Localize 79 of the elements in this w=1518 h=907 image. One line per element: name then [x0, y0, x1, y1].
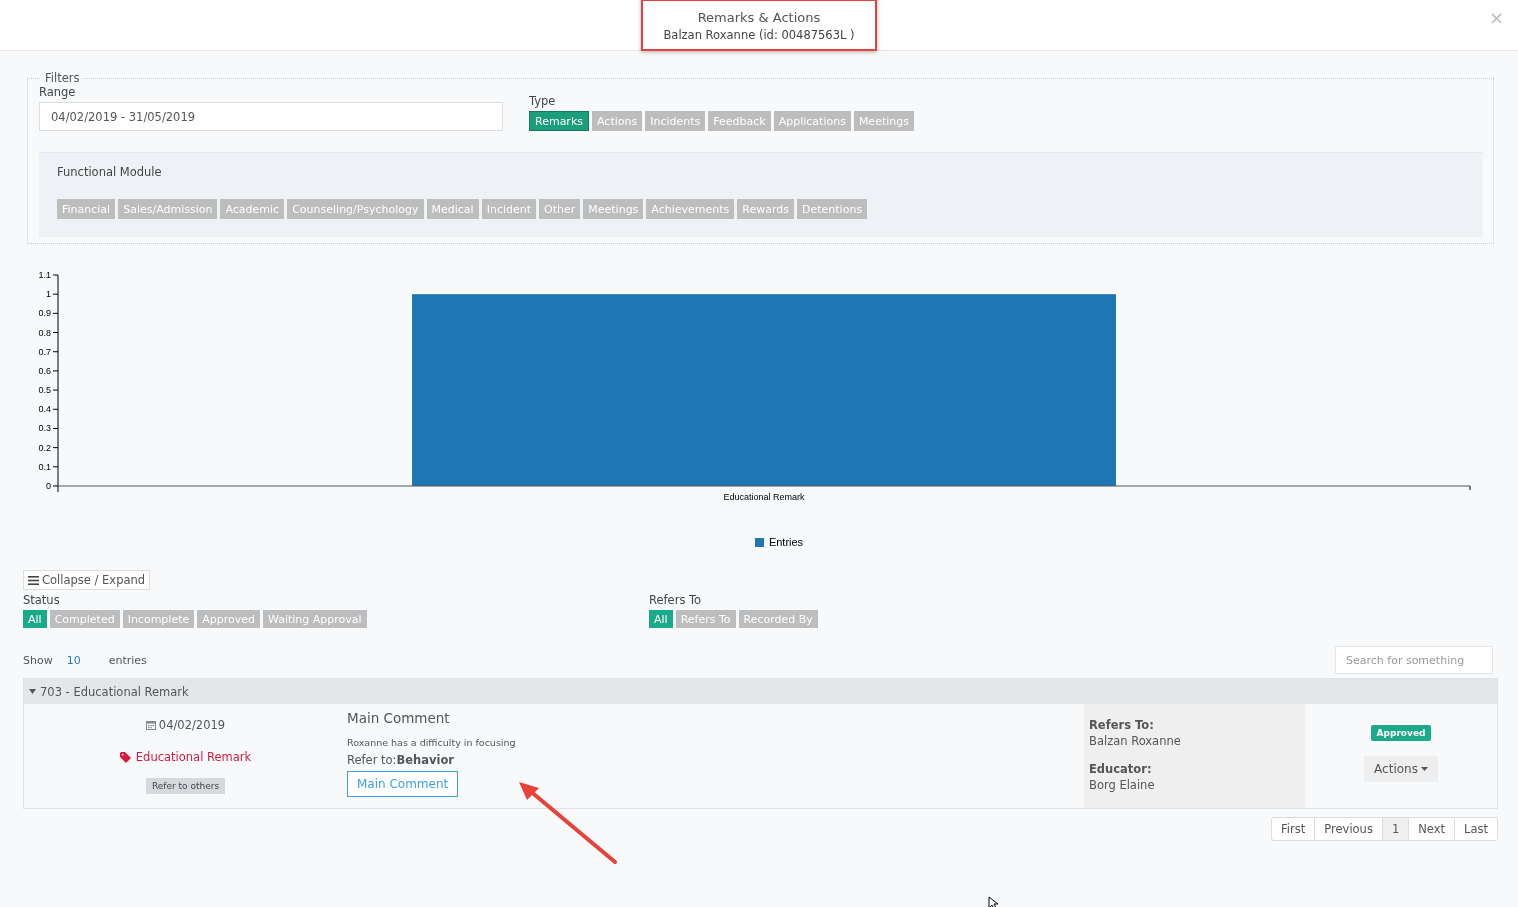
y-tick-label: 0.1 [38, 461, 51, 472]
pagination-button[interactable]: First [1271, 817, 1316, 841]
menu-icon [28, 575, 39, 585]
status-filter-button[interactable]: Approved [197, 610, 260, 628]
comment-text: Roxanne has a difficulty in focusing [347, 737, 517, 748]
type-filter-button[interactable]: Feedback [708, 111, 771, 131]
type-filter-button[interactable]: Remarks [529, 111, 589, 131]
y-tick-label: 0.8 [38, 327, 51, 338]
module-filter-button[interactable]: Medical [426, 199, 479, 219]
refers-filter-button[interactable]: Refers To [675, 610, 736, 628]
search-field[interactable]: Search for something [1335, 646, 1493, 674]
pagination-button[interactable]: Next [1408, 817, 1456, 841]
refers-to-label: Refers To [649, 593, 703, 607]
module-filter-button[interactable]: Rewards [737, 199, 794, 219]
y-tick-label: 0 [46, 481, 51, 491]
module-filter-button[interactable]: Financial [57, 199, 116, 219]
type-filter-button[interactable]: Actions [592, 111, 643, 131]
y-tick-label: 1.1 [38, 270, 51, 280]
y-tick-label: 0.7 [38, 346, 51, 357]
educator-heading: Educator: [1089, 762, 1153, 776]
pagination-button[interactable]: Previous [1314, 817, 1383, 841]
y-tick-label: 0.9 [38, 308, 51, 319]
main-comment-button[interactable]: Main Comment [347, 771, 459, 797]
refers-to-heading: Refers To: [1089, 718, 1155, 732]
y-tick-label: 0.4 [38, 404, 51, 415]
legend-swatch [754, 537, 764, 547]
range-label: Range [39, 85, 77, 99]
type-filter-button[interactable]: Meetings [853, 111, 914, 131]
entry-date: 04/02/2019 [158, 718, 226, 732]
close-button[interactable]: × [1482, 6, 1510, 29]
refers-filter-button[interactable]: Recorded By [738, 610, 818, 628]
group-header[interactable]: 703 - Educational Remark [24, 679, 1497, 704]
comment-title: Main Comment [347, 710, 451, 726]
calendar-icon [145, 720, 156, 730]
show-label: Show [23, 653, 53, 667]
module-filter-button[interactable]: Sales/Admission [118, 199, 218, 219]
status-label: Status [23, 593, 61, 607]
x-tick-label: Educational Remark [723, 492, 805, 502]
y-tick-label: 1 [46, 289, 51, 300]
refer-to-label: Refer to: [347, 753, 397, 767]
status-badge: Approved [1370, 725, 1432, 741]
status-filter-button[interactable]: Waiting Approval [263, 610, 367, 628]
module-filter-button[interactable]: Achievements [646, 199, 735, 219]
module-filter-button[interactable]: Meetings [583, 199, 644, 219]
type-filter-button[interactable]: Incidents [645, 111, 706, 131]
filters-legend: Filters [41, 71, 84, 85]
module-filter-button[interactable]: Academic [220, 199, 285, 219]
module-label: Functional Module [57, 165, 163, 179]
student-name: Balzan Roxanne (id: 00487563L ) [663, 28, 855, 42]
refer-to-value: Behavior [396, 753, 454, 767]
status-filter-button[interactable]: Completed [49, 610, 120, 628]
educator-name: Borg Elaine [1089, 778, 1156, 792]
pagination-button[interactable]: Last [1454, 817, 1498, 841]
caret-icon [1420, 767, 1428, 771]
tag-icon [119, 751, 132, 763]
y-tick-label: 0.5 [38, 385, 51, 396]
status-filter-button[interactable]: Incomplete [122, 610, 195, 628]
module-filter-button[interactable]: Detentions [797, 199, 868, 219]
y-tick-label: 0.2 [38, 442, 51, 453]
y-tick-label: 0.6 [38, 365, 51, 376]
y-tick-label: 0.3 [38, 423, 51, 434]
type-filter-button[interactable]: Applications [773, 111, 851, 131]
actions-dropdown-button[interactable]: Actions [1364, 756, 1438, 782]
module-filter-button[interactable]: Counseling/Psychology [287, 199, 424, 219]
type-label: Type [529, 94, 557, 108]
collapse-expand-button[interactable]: Collapse / Expand [23, 570, 151, 590]
status-filter-button[interactable]: All [23, 610, 47, 628]
pagination-button[interactable]: 1 [1381, 817, 1410, 841]
entries-label: entries [108, 653, 147, 667]
date-range-field[interactable]: 04/02/2019 - 31/05/2019 [39, 102, 503, 131]
page-size-select[interactable]: 10 [66, 653, 81, 667]
refer-to-others-button[interactable]: Refer to others [145, 778, 226, 794]
refers-to-name: Balzan Roxanne [1089, 734, 1182, 748]
module-filter-button[interactable]: Incident [481, 199, 537, 219]
legend-label: Entries [768, 536, 804, 548]
modal-title: Remarks & Actions [696, 10, 822, 25]
refers-filter-button[interactable]: All [649, 610, 673, 628]
module-filter-button[interactable]: Other [539, 199, 581, 219]
entry-category: Educational Remark [135, 750, 252, 764]
